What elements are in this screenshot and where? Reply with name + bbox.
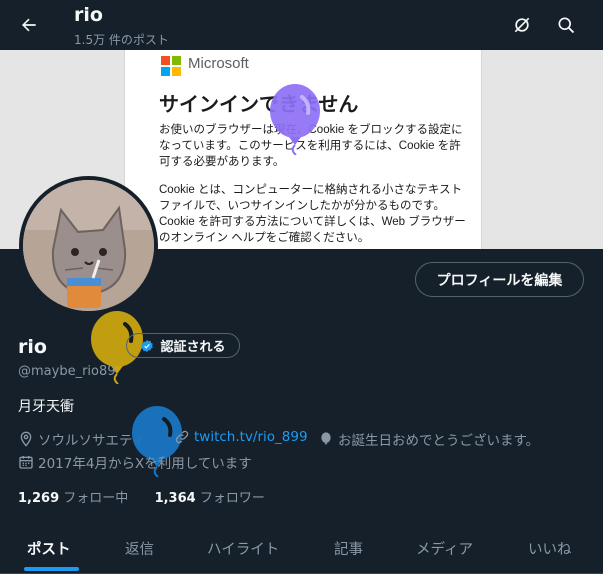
birthday-text: お誕生日おめでとうございます。 [338, 433, 540, 449]
calendar-icon [19, 456, 33, 469]
microsoft-logo-icon [161, 56, 181, 76]
balloon-icon [321, 432, 331, 445]
location-icon [20, 431, 32, 447]
cat-avatar-icon [23, 180, 154, 311]
profile-joined: 2017年4月からXを利用しています [18, 452, 252, 472]
followers-link[interactable]: 1,364 フォロワー [155, 491, 265, 506]
following-count: 1,269 [18, 491, 60, 506]
no-search-button[interactable] [507, 10, 537, 40]
avatar[interactable] [19, 176, 158, 315]
back-button[interactable] [12, 8, 46, 42]
profile-name: rio [18, 336, 47, 358]
balloon-icon [270, 84, 320, 155]
post-count: 1.5万 件のポスト [74, 33, 169, 47]
banner-brand: Microsoft [188, 55, 249, 72]
joined-text: 2017年4月からXを利用しています [38, 456, 252, 472]
profile-link[interactable]: twitch.tv/rio_899 [174, 429, 308, 445]
page-title: rio [74, 4, 103, 26]
edit-profile-button[interactable]: プロフィールを編集 [415, 262, 584, 297]
profile-location: ソウルソサエティ [18, 429, 145, 449]
no-search-icon [514, 17, 530, 33]
profile-tabs: ポスト 返信 ハイライト 記事 メディア いいね [0, 522, 603, 574]
tab-media[interactable]: メディア [416, 522, 473, 574]
top-bar: rio 1.5万 件のポスト [0, 0, 603, 50]
tab-replies[interactable]: 返信 [125, 522, 154, 574]
profile-birthday: お誕生日おめでとうございます。 [318, 429, 539, 449]
following-label: フォロー中 [63, 491, 129, 506]
back-arrow-icon [22, 18, 36, 32]
banner-paragraph-2: Cookie とは、コンピューターに格納される小さなテキスト ファイルで、いつサ… [159, 184, 466, 244]
follow-stats: 1,269 フォロー中 1,364 フォロワー [18, 487, 265, 506]
link-text[interactable]: twitch.tv/rio_899 [194, 429, 308, 445]
following-link[interactable]: 1,269 フォロー中 [18, 491, 128, 506]
search-icon [558, 17, 575, 34]
followers-label: フォロワー [199, 491, 265, 506]
link-icon [175, 430, 189, 444]
tab-highlights[interactable]: ハイライト [207, 522, 279, 574]
tab-articles[interactable]: 記事 [334, 522, 363, 574]
get-verified-button[interactable]: 認証される [126, 333, 240, 358]
tab-likes[interactable]: いいね [528, 522, 572, 574]
banner-heading: サインインできません [159, 94, 359, 116]
profile-handle: @maybe_rio89 [18, 364, 116, 379]
verified-badge-icon [141, 339, 154, 352]
profile-bio: 月牙天衝 [18, 399, 74, 415]
verify-label: 認証される [160, 340, 226, 355]
search-button[interactable] [551, 10, 581, 40]
active-tab-indicator [24, 567, 79, 571]
followers-count: 1,364 [154, 491, 196, 506]
